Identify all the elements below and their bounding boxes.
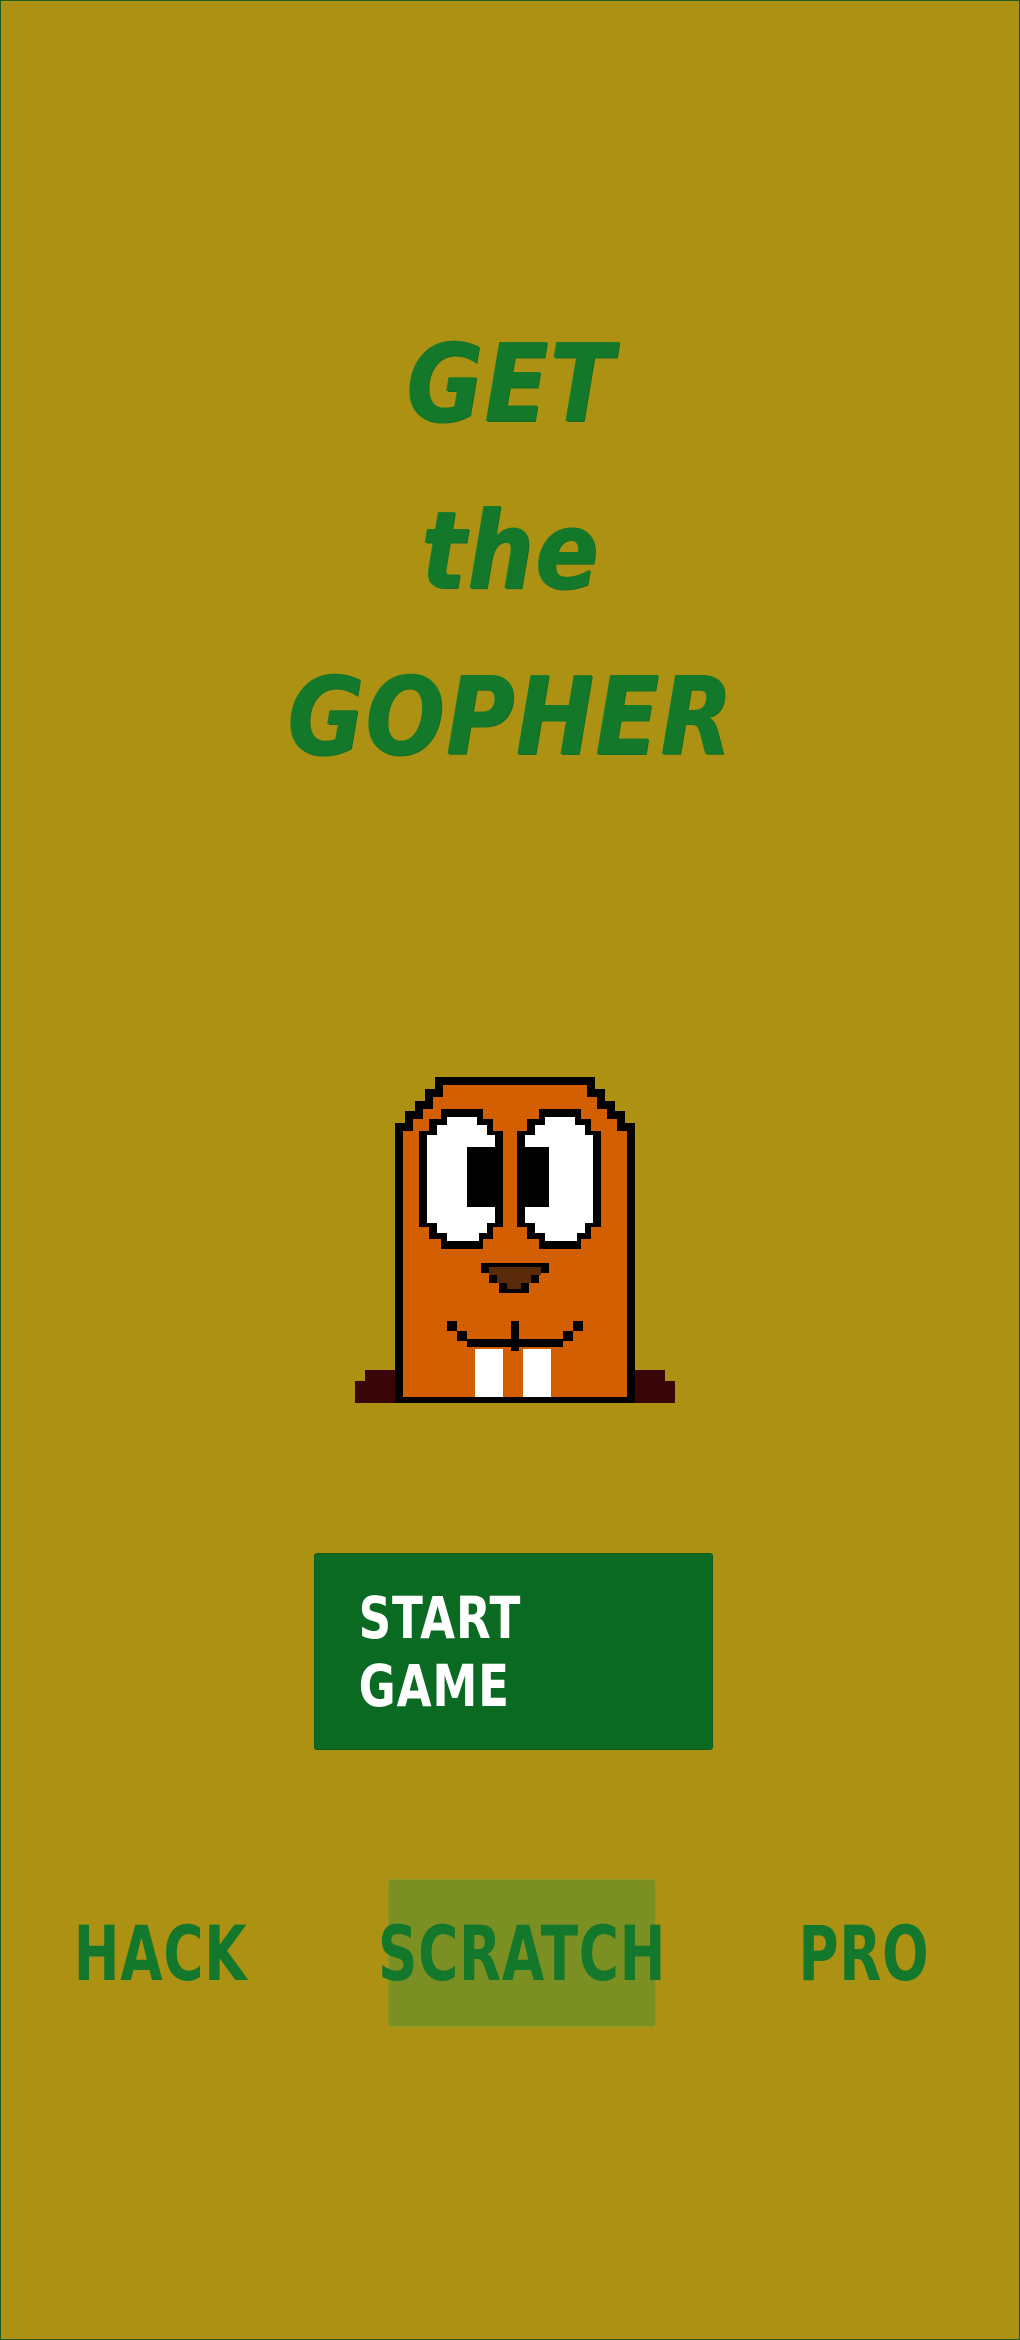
mode-scratch-button[interactable]: SCRATCH bbox=[378, 1879, 665, 2027]
mode-hack-label: HACK bbox=[74, 1908, 248, 1998]
game-screen: GET the GOPHER START GAME HACK SCRATCH P… bbox=[0, 0, 1020, 2340]
mode-pro-button[interactable]: PRO bbox=[769, 1879, 959, 2027]
mode-scratch-label: SCRATCH bbox=[377, 1908, 667, 1998]
title-line-the: the bbox=[421, 489, 601, 614]
start-game-label: START GAME bbox=[358, 1583, 522, 1720]
mode-pro-label: PRO bbox=[798, 1908, 930, 1998]
mode-hack-button[interactable]: HACK bbox=[61, 1879, 261, 2027]
title-line-get: GET bbox=[406, 322, 616, 447]
start-game-button[interactable]: START GAME bbox=[314, 1553, 713, 1750]
title-line-gopher: GOPHER bbox=[287, 655, 735, 780]
gopher-icon bbox=[355, 1077, 675, 1403]
